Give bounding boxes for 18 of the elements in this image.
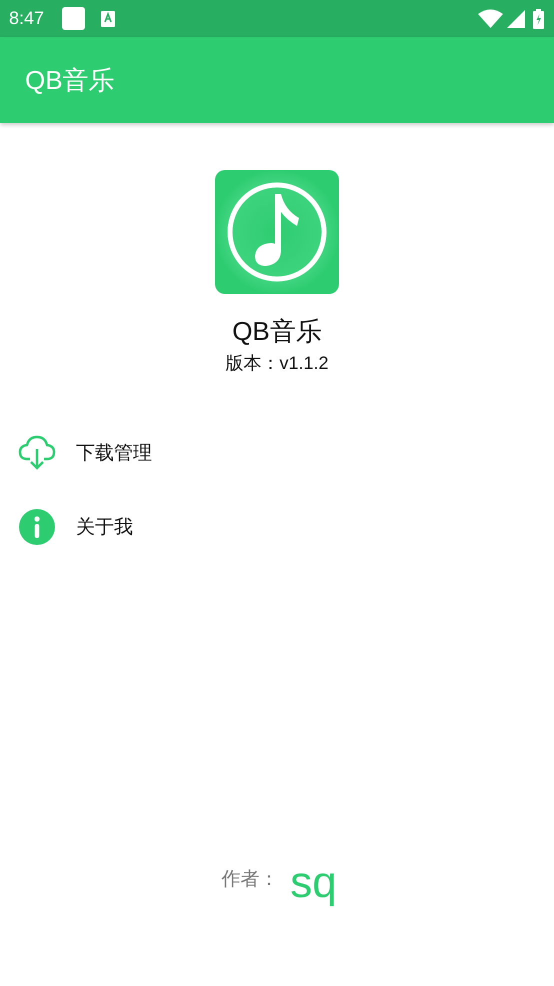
menu-item[interactable]: 下载管理	[18, 435, 152, 471]
battery-icon	[533, 8, 544, 28]
status-time: 8:47	[9, 8, 44, 29]
app-name: QB音乐	[232, 315, 322, 348]
notification-icon	[62, 7, 86, 30]
author-name: sq	[290, 858, 337, 908]
menu-item[interactable]: 关于我	[18, 509, 133, 545]
music-note-logo-icon	[215, 170, 339, 294]
cloud-download-icon	[18, 435, 56, 471]
signal-icon	[507, 10, 525, 28]
version-text: 版本：v1.1.2	[225, 352, 329, 375]
menu-label: 下载管理	[76, 441, 152, 466]
wifi-icon	[478, 9, 503, 28]
notification-icon	[101, 10, 116, 26]
info-icon	[18, 509, 56, 545]
author-label: 作者：	[221, 867, 278, 892]
app-title: QB音乐	[25, 64, 115, 96]
menu-label: 关于我	[76, 515, 133, 540]
